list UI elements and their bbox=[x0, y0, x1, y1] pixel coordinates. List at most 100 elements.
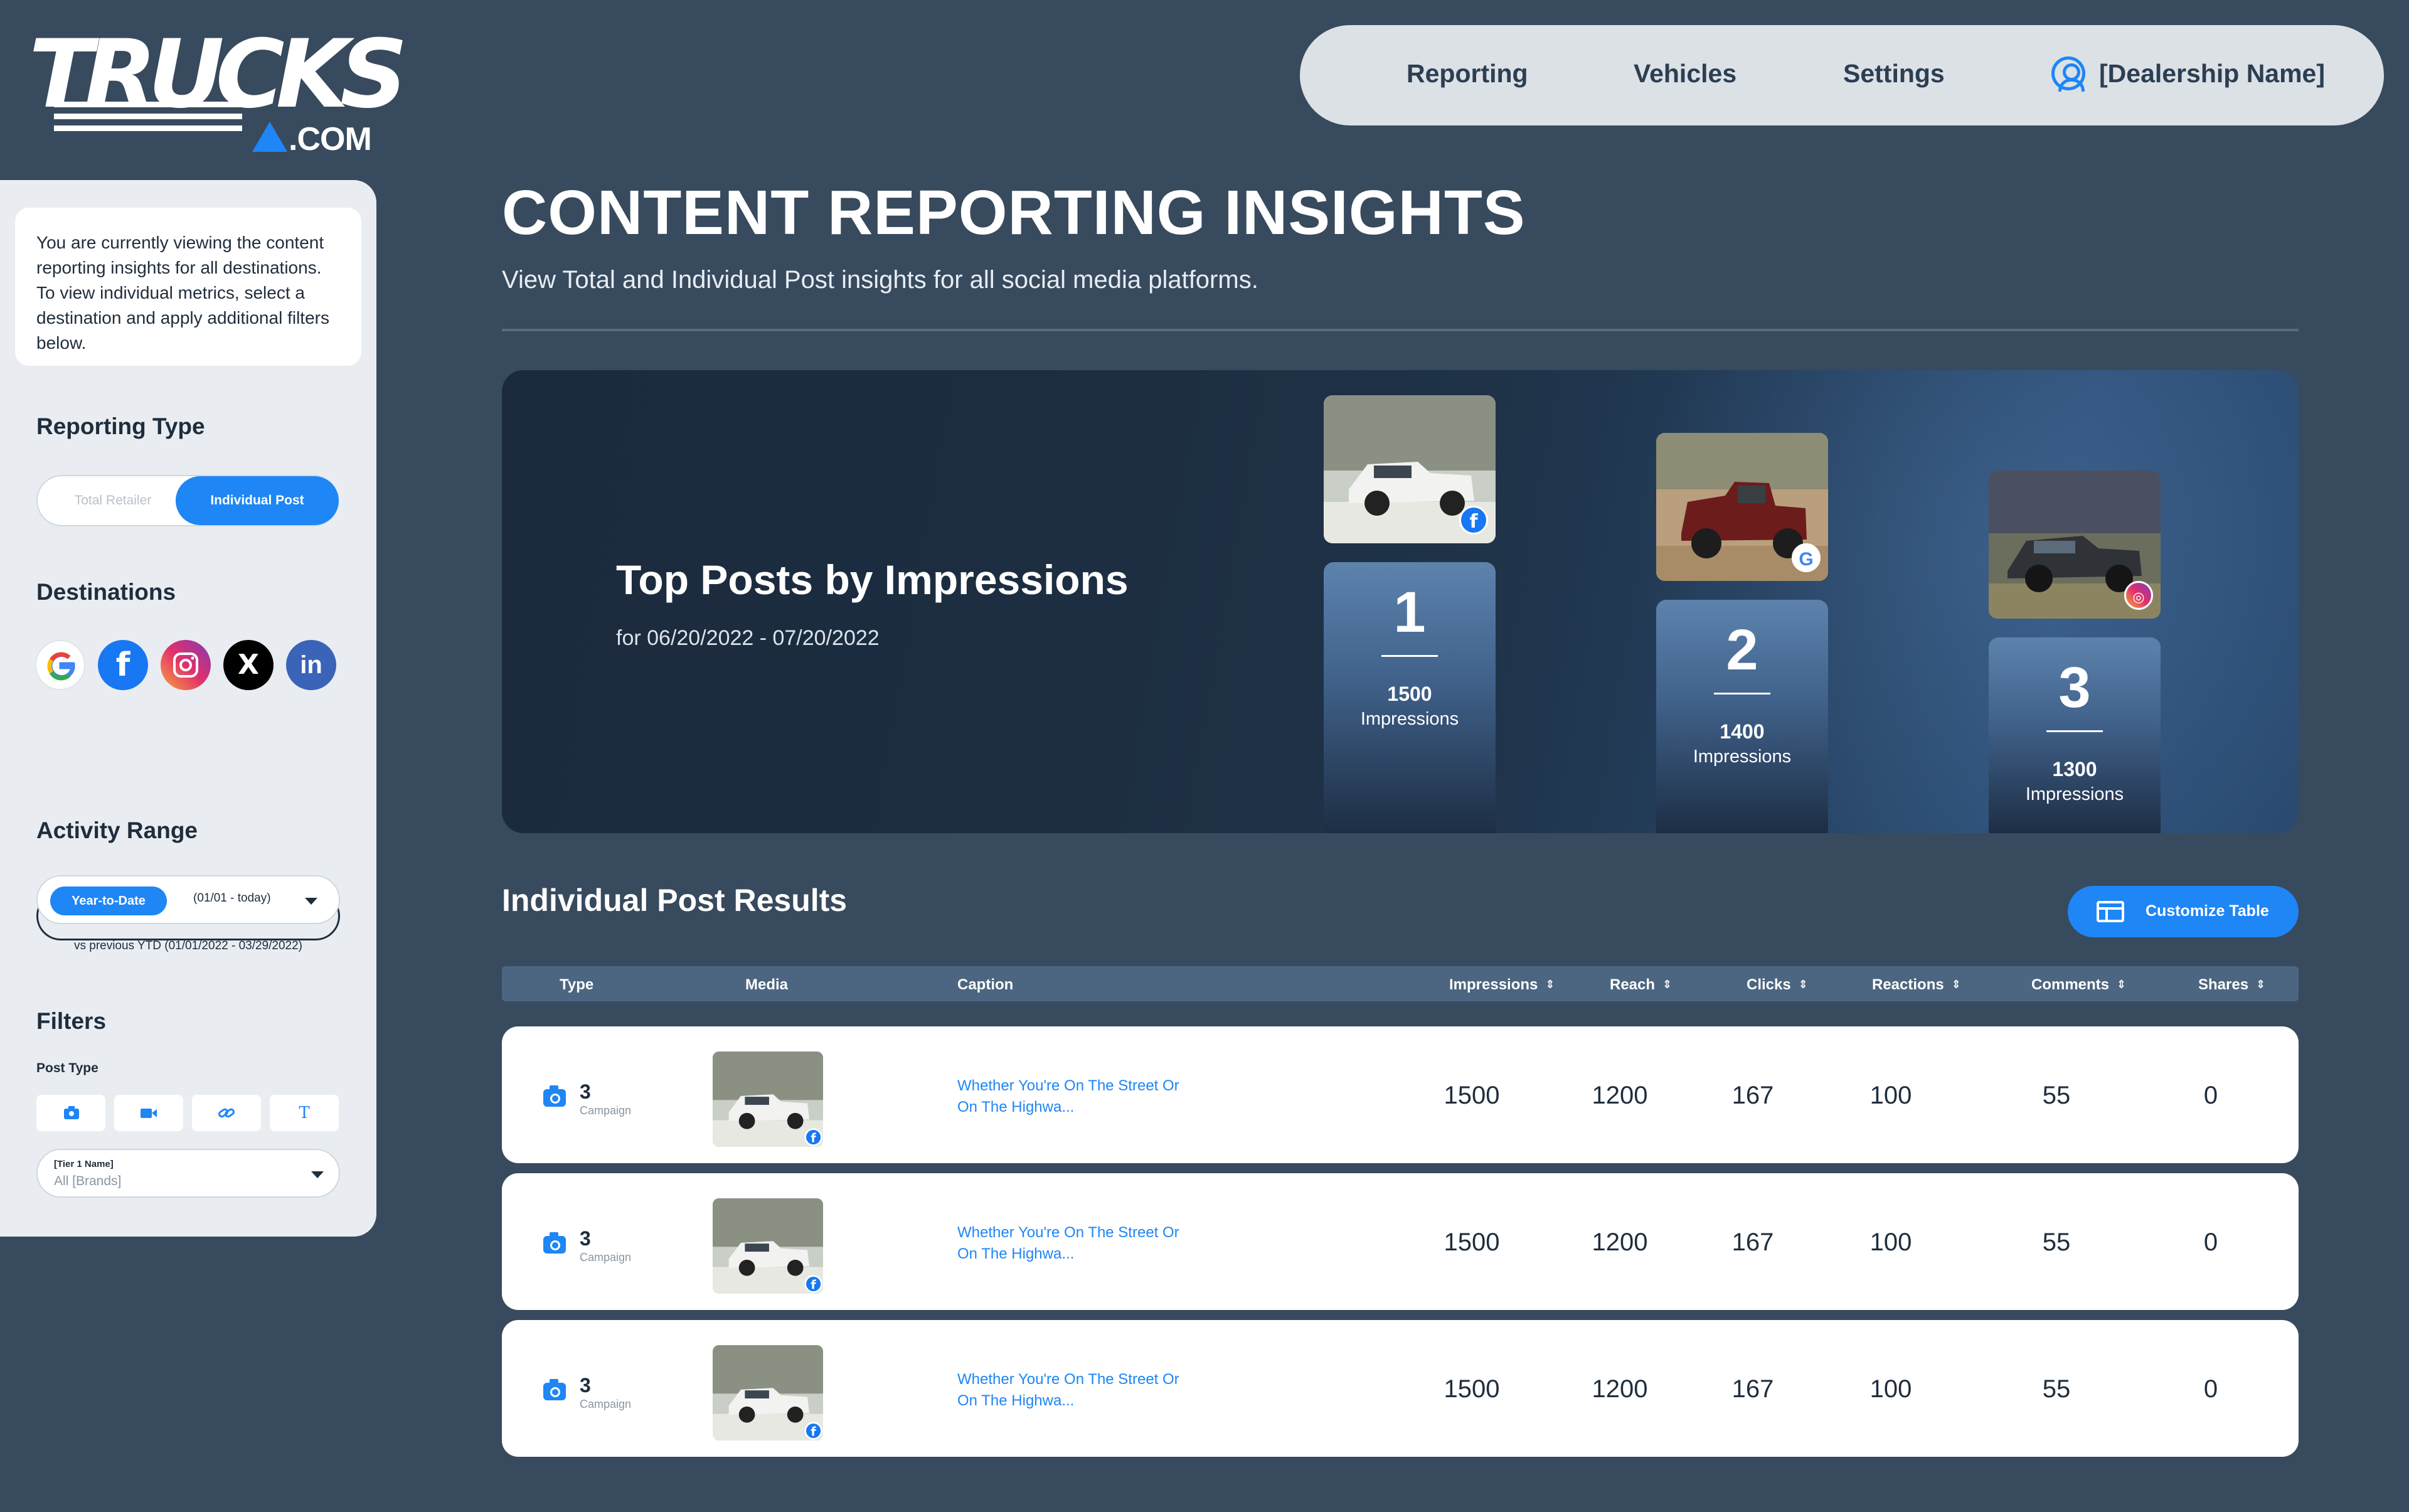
column-media: Media bbox=[745, 976, 789, 993]
column-impressions[interactable]: Impressions ⇕ bbox=[1449, 976, 1555, 994]
results-title: Individual Post Results bbox=[502, 883, 848, 918]
shares-cell: 0 bbox=[2203, 1228, 2218, 1256]
top-post-image[interactable]: ◎ bbox=[1989, 471, 2161, 619]
tier-label: [Tier 1 Name] bbox=[54, 1159, 114, 1169]
user-icon[interactable] bbox=[2051, 56, 2085, 92]
top-post-image[interactable]: G bbox=[1656, 433, 1828, 581]
table-row[interactable]: 3 Campaign f Whether You're On The Stree… bbox=[502, 1026, 2299, 1163]
activity-range-select[interactable]: Year-to-Date (01/01 - today) bbox=[36, 875, 340, 924]
trucks-logo[interactable]: TRUCKS .COM bbox=[29, 28, 408, 156]
chevron-down-icon[interactable] bbox=[305, 898, 317, 905]
column-caption: Caption bbox=[957, 976, 1014, 993]
google-icon: G bbox=[1792, 543, 1821, 572]
filters-sidebar: You are currently viewing the content re… bbox=[0, 180, 376, 1237]
nav-reporting[interactable]: Reporting bbox=[1407, 59, 1528, 88]
activity-range-heading: Activity Range bbox=[36, 817, 198, 843]
reach-cell: 1200 bbox=[1592, 1375, 1648, 1403]
post-type-video-button[interactable] bbox=[114, 1095, 183, 1131]
post-type-link-button[interactable] bbox=[192, 1095, 261, 1131]
top-post-image[interactable]: f bbox=[1324, 395, 1496, 543]
tier-select[interactable]: [Tier 1 Name] All [Brands] bbox=[36, 1149, 340, 1198]
sidebar-info-text: You are currently viewing the content re… bbox=[15, 208, 361, 366]
reporting-type-heading: Reporting Type bbox=[36, 413, 205, 439]
reactions-cell: 100 bbox=[1869, 1375, 1912, 1403]
facebook-icon: f bbox=[1459, 506, 1488, 535]
post-count: 3 bbox=[580, 1227, 591, 1250]
range-comparison-text: vs previous YTD (01/01/2022 - 03/29/2022… bbox=[73, 939, 303, 952]
nav-vehicles[interactable]: Vehicles bbox=[1634, 59, 1736, 88]
x-icon[interactable]: X bbox=[223, 640, 274, 690]
camera-icon bbox=[543, 1232, 566, 1254]
rank-divider bbox=[1381, 655, 1438, 657]
rank-divider bbox=[2046, 730, 2103, 732]
post-type: Campaign bbox=[580, 1104, 632, 1117]
impressions-value: 1400 bbox=[1720, 720, 1765, 743]
linkedin-icon[interactable]: in bbox=[286, 640, 336, 690]
header-divider bbox=[502, 329, 2299, 331]
link-icon bbox=[192, 1095, 261, 1131]
column-comments[interactable]: Comments ⇕ bbox=[2031, 976, 2126, 994]
instagram-icon: ◎ bbox=[2124, 581, 2153, 610]
camera-icon bbox=[543, 1379, 566, 1400]
column-clicks[interactable]: Clicks ⇕ bbox=[1747, 976, 1808, 994]
post-media-thumbnail[interactable]: f bbox=[713, 1051, 823, 1147]
rank-number: 2 bbox=[1726, 618, 1758, 682]
impressions-cell: 1500 bbox=[1444, 1082, 1500, 1109]
post-type: Campaign bbox=[580, 1251, 632, 1264]
chevron-down-icon[interactable] bbox=[311, 1171, 324, 1178]
clicks-cell: 167 bbox=[1731, 1375, 1774, 1403]
customize-table-label: Customize Table bbox=[2146, 902, 2269, 920]
post-type-label: Post Type bbox=[36, 1061, 98, 1075]
post-type-text-button[interactable]: T bbox=[270, 1095, 339, 1131]
toggle-total-retailer[interactable]: Total Retailer bbox=[38, 476, 188, 525]
filters-heading: Filters bbox=[36, 1008, 107, 1034]
sort-icon: ⇕ bbox=[2117, 978, 2127, 991]
sort-icon: ⇕ bbox=[1545, 978, 1555, 991]
instagram-icon[interactable] bbox=[161, 640, 211, 690]
post-type-photo-button[interactable] bbox=[36, 1095, 105, 1131]
logo-suffix: .COM bbox=[289, 121, 372, 157]
reactions-cell: 100 bbox=[1869, 1228, 1912, 1256]
impressions-label: Impressions bbox=[1693, 747, 1792, 767]
page-title: CONTENT REPORTING INSIGHTS bbox=[502, 178, 1526, 248]
table-row[interactable]: 3 Campaign f Whether You're On The Stree… bbox=[502, 1320, 2299, 1457]
sort-icon: ⇕ bbox=[1798, 978, 1808, 991]
post-caption-link[interactable]: Whether You're On The Street Or On The H… bbox=[957, 1222, 1196, 1265]
nav-user-name[interactable]: [Dealership Name] bbox=[2099, 59, 2325, 88]
table-header: Type Media Caption Impressions ⇕ Reach ⇕ C… bbox=[502, 966, 2299, 1001]
impressions-label: Impressions bbox=[2025, 784, 2124, 804]
rank-number: 3 bbox=[2058, 656, 2091, 720]
clicks-cell: 167 bbox=[1731, 1228, 1774, 1256]
column-reactions[interactable]: Reactions ⇕ bbox=[1872, 976, 1961, 994]
logo-stripes bbox=[54, 102, 242, 137]
photo-icon bbox=[36, 1095, 105, 1131]
column-reach[interactable]: Reach ⇕ bbox=[1610, 976, 1672, 994]
camera-icon bbox=[543, 1085, 566, 1107]
post-caption-link[interactable]: Whether You're On The Street Or On The H… bbox=[957, 1075, 1196, 1118]
table-row[interactable]: 3 Campaign f Whether You're On The Stree… bbox=[502, 1173, 2299, 1310]
table-icon bbox=[2097, 901, 2124, 922]
impressions-label: Impressions bbox=[1360, 709, 1459, 729]
sort-icon: ⇕ bbox=[1662, 978, 1672, 991]
reach-cell: 1200 bbox=[1592, 1082, 1648, 1109]
post-type: Campaign bbox=[580, 1398, 632, 1410]
post-media-thumbnail[interactable]: f bbox=[713, 1345, 823, 1440]
top-posts-title: Top Posts by Impressions bbox=[616, 556, 1129, 603]
clicks-cell: 167 bbox=[1731, 1082, 1774, 1109]
post-caption-link[interactable]: Whether You're On The Street Or On The H… bbox=[957, 1369, 1196, 1412]
range-ytd-pill[interactable]: Year-to-Date bbox=[50, 886, 167, 915]
text-icon: T bbox=[299, 1104, 310, 1122]
video-icon bbox=[114, 1095, 183, 1131]
customize-table-button[interactable]: Customize Table bbox=[2068, 886, 2299, 937]
toggle-individual-post[interactable]: Individual Post bbox=[176, 476, 339, 525]
column-shares[interactable]: Shares ⇕ bbox=[2198, 976, 2265, 994]
google-icon[interactable] bbox=[35, 640, 85, 690]
reactions-cell: 100 bbox=[1869, 1082, 1912, 1109]
post-media-thumbnail[interactable]: f bbox=[713, 1198, 823, 1294]
facebook-icon[interactable]: f bbox=[98, 640, 148, 690]
destinations-heading: Destinations bbox=[36, 579, 176, 605]
impressions-value: 1300 bbox=[2052, 758, 2097, 780]
page-subtitle: View Total and Individual Post insights … bbox=[502, 266, 1258, 294]
nav-settings[interactable]: Settings bbox=[1843, 59, 1945, 88]
reach-cell: 1200 bbox=[1592, 1228, 1648, 1256]
